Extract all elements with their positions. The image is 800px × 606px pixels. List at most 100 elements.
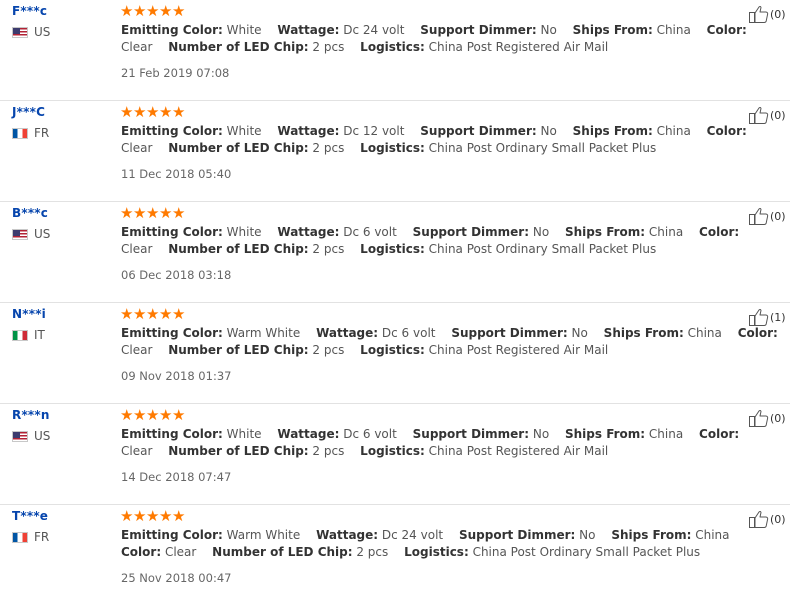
country-code: US — [34, 25, 51, 39]
attribute-name: Support Dimmer: — [451, 326, 568, 340]
attribute-value: No — [567, 326, 588, 340]
helpful-button[interactable]: (0) — [749, 207, 786, 225]
product-attributes: Emitting Color: White Wattage: Dc 6 volt… — [121, 224, 781, 258]
attribute-value: 2 pcs — [308, 444, 345, 458]
thumbs-up-icon[interactable] — [749, 308, 769, 326]
attribute-name: Color: — [706, 23, 747, 37]
reviewer-name[interactable]: R***n — [12, 408, 50, 422]
star-icon: ★ — [172, 103, 186, 121]
attribute-name: Number of LED Chip: — [168, 242, 309, 256]
star-icon: ★ — [172, 204, 186, 222]
attribute-name: Emitting Color: — [121, 326, 223, 340]
attribute-value: White — [222, 23, 262, 37]
helpful-count: (0) — [770, 209, 786, 223]
attribute-value: No — [575, 528, 596, 542]
country-flag-icon — [12, 26, 28, 38]
attribute-name: Logistics: — [360, 40, 425, 54]
reviewer-name[interactable]: J***C — [12, 105, 45, 119]
attribute-entry: Support Dimmer: No — [451, 326, 588, 340]
country-flag-icon — [12, 127, 28, 139]
attribute-name: Emitting Color: — [121, 23, 223, 37]
helpful-button[interactable]: (0) — [749, 510, 786, 528]
reviewer-name[interactable]: T***e — [12, 509, 48, 523]
star-icon: ★ — [133, 406, 147, 424]
attribute-entry: Number of LED Chip: 2 pcs — [168, 444, 344, 458]
country-code: FR — [34, 530, 50, 544]
review-item: R***n US ★★★★★ Emitting Color: White Wat… — [0, 404, 790, 505]
attribute-value: Clear — [121, 40, 153, 54]
attribute-entry: Logistics: China Post Registered Air Mai… — [360, 343, 608, 357]
attribute-entry: Wattage: Dc 24 volt — [277, 23, 404, 37]
attribute-value: China — [652, 124, 691, 138]
thumbs-up-icon[interactable] — [749, 5, 769, 23]
star-rating: ★★★★★ — [120, 505, 185, 527]
thumbs-up-icon[interactable] — [749, 409, 769, 427]
attribute-entry: Wattage: Dc 24 volt — [316, 528, 443, 542]
helpful-button[interactable]: (1) — [749, 308, 786, 326]
star-icon: ★ — [133, 103, 147, 121]
attribute-entry: Ships From: China — [565, 427, 683, 441]
star-rating: ★★★★★ — [120, 0, 185, 22]
attribute-entry: Emitting Color: White — [121, 124, 262, 138]
attribute-name: Color: — [737, 326, 778, 340]
attribute-value: Clear — [161, 545, 197, 559]
attribute-name: Wattage: — [277, 23, 340, 37]
attribute-name: Support Dimmer: — [412, 427, 530, 441]
review-item: F***c US ★★★★★ Emitting Color: White Wat… — [0, 0, 790, 101]
country-code: US — [34, 227, 51, 241]
helpful-count: (0) — [770, 411, 786, 425]
product-attributes: Emitting Color: Warm White Wattage: Dc 6… — [121, 325, 781, 359]
star-icon: ★ — [133, 507, 147, 525]
review-item: N***i IT ★★★★★ Emitting Color: Warm Whit… — [0, 303, 790, 404]
attribute-value: China — [691, 528, 730, 542]
attribute-value: China Post Ordinary Small Packet Plus — [424, 242, 657, 256]
attribute-entry: Logistics: China Post Ordinary Small Pac… — [404, 545, 700, 559]
attribute-value: No — [536, 23, 557, 37]
helpful-button[interactable]: (0) — [749, 106, 786, 124]
star-icon: ★ — [159, 204, 173, 222]
attribute-name: Number of LED Chip: — [168, 444, 309, 458]
attribute-entry: Emitting Color: Warm White — [121, 528, 300, 542]
reviewer-name[interactable]: F***c — [12, 4, 47, 18]
star-icon: ★ — [146, 2, 160, 20]
attribute-value: China — [683, 326, 722, 340]
review-date: 14 Dec 2018 07:47 — [121, 470, 232, 484]
attribute-entry: Support Dimmer: No — [413, 225, 550, 239]
review-item: T***e FR ★★★★★ Emitting Color: Warm Whit… — [0, 505, 790, 606]
attribute-value: 2 pcs — [308, 242, 345, 256]
attribute-value: China — [645, 225, 684, 239]
star-icon: ★ — [120, 204, 134, 222]
helpful-button[interactable]: (0) — [749, 5, 786, 23]
attribute-value: China Post Ordinary Small Packet Plus — [468, 545, 701, 559]
attribute-value: Dc 6 volt — [339, 427, 397, 441]
attribute-name: Color: — [706, 124, 747, 138]
product-attributes: Emitting Color: White Wattage: Dc 6 volt… — [121, 426, 781, 460]
country-flag-icon — [12, 531, 28, 543]
attribute-entry: Wattage: Dc 6 volt — [277, 427, 396, 441]
star-rating: ★★★★★ — [120, 202, 185, 224]
thumbs-up-icon[interactable] — [749, 106, 769, 124]
helpful-button[interactable]: (0) — [749, 409, 786, 427]
star-icon: ★ — [146, 103, 160, 121]
reviewer-name[interactable]: B***c — [12, 206, 48, 220]
attribute-value: 2 pcs — [352, 545, 389, 559]
reviewer-name[interactable]: N***i — [12, 307, 46, 321]
thumbs-up-icon[interactable] — [749, 207, 769, 225]
attribute-value: Warm White — [222, 528, 301, 542]
thumbs-up-icon[interactable] — [749, 510, 769, 528]
star-rating: ★★★★★ — [120, 404, 185, 426]
attribute-name: Logistics: — [360, 242, 425, 256]
attribute-entry: Logistics: China Post Registered Air Mai… — [360, 444, 608, 458]
attribute-entry: Number of LED Chip: 2 pcs — [168, 141, 344, 155]
attribute-name: Support Dimmer: — [420, 124, 537, 138]
star-icon: ★ — [172, 507, 186, 525]
attribute-name: Ships From: — [565, 427, 646, 441]
attribute-value: Clear — [121, 444, 153, 458]
review-date: 06 Dec 2018 03:18 — [121, 268, 232, 282]
attribute-value: Dc 24 volt — [378, 528, 444, 542]
attribute-name: Color: — [699, 225, 740, 239]
helpful-count: (0) — [770, 108, 786, 122]
attribute-entry: Support Dimmer: No — [413, 427, 550, 441]
star-icon: ★ — [133, 2, 147, 20]
attribute-value: Warm White — [222, 326, 301, 340]
